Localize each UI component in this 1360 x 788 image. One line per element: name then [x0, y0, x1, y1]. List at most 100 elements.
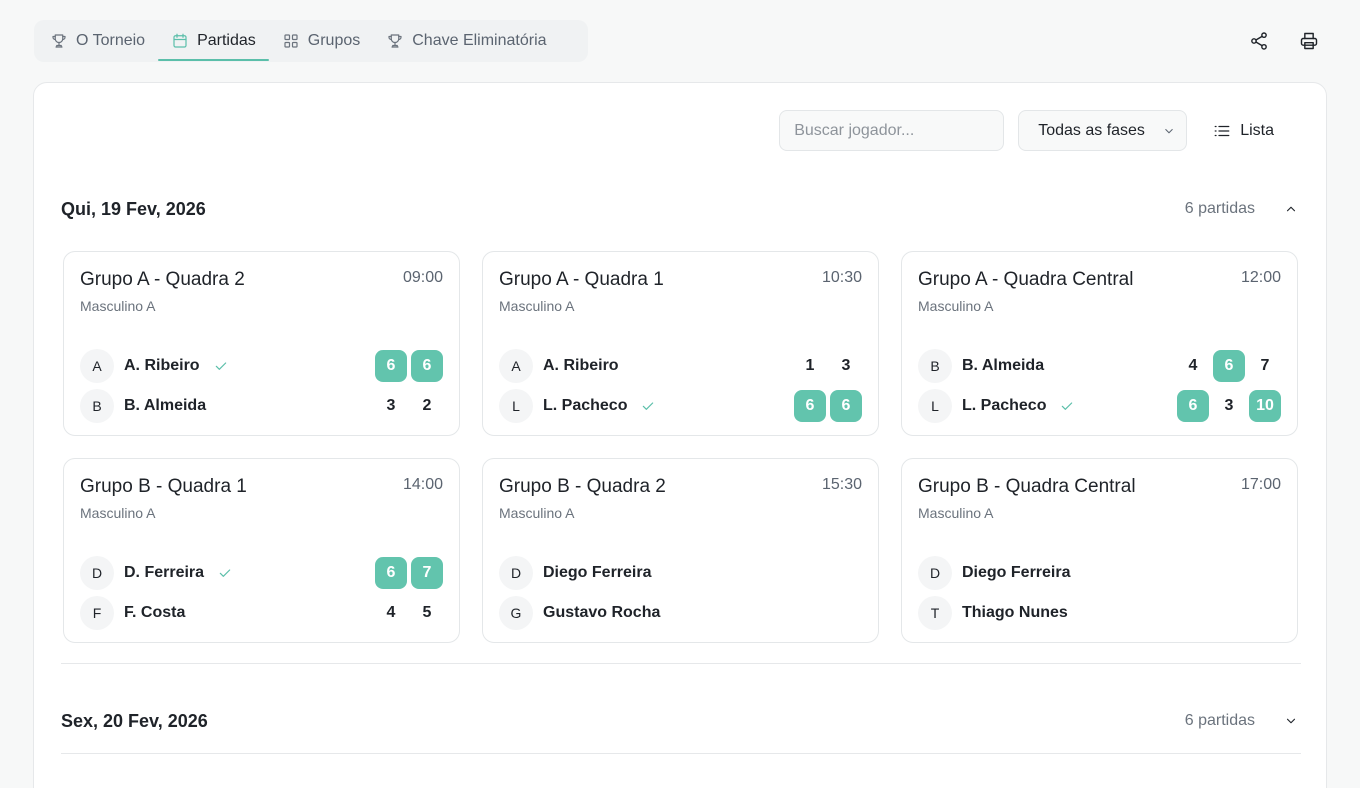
player-row: T Thiago Nunes: [918, 593, 1281, 633]
match-title: Grupo B - Quadra 2: [499, 476, 666, 497]
match-time: 09:00: [402, 269, 443, 286]
set-scores: 66: [794, 390, 862, 422]
set-score: 7: [1260, 357, 1270, 374]
player-row: L L. Pacheco 6 3 10: [918, 386, 1281, 426]
player-name: A. Ribeiro: [543, 357, 619, 374]
player-row: G Gustavo Rocha: [499, 593, 862, 633]
view-label: Lista: [1240, 121, 1274, 139]
set-score: 3: [386, 397, 396, 414]
player-row: B B. Almeida 4 6 7: [918, 346, 1281, 386]
match-card[interactable]: Grupo A - Quadra 2 Masculino A 09:00 A A. Ri…: [63, 251, 460, 436]
avatar: F: [80, 596, 114, 630]
player-name: Diego Ferreira: [543, 564, 652, 581]
share-button[interactable]: [1248, 30, 1270, 52]
tab-label: O Torneio: [76, 32, 146, 49]
day-header[interactable]: Sex, 20 Fev, 2026 6 partidas: [61, 705, 1301, 737]
set-score: 1: [805, 357, 815, 374]
collapse-button[interactable]: [1281, 199, 1301, 219]
match-title: Grupo A - Quadra Central: [918, 269, 1134, 290]
tab-grupos[interactable]: Grupos: [269, 22, 373, 60]
player-row: L L. Pacheco 6 6: [499, 386, 862, 426]
player-name: F. Costa: [124, 604, 186, 621]
match-players: D Diego Ferreira T Thiago Nunes: [918, 553, 1281, 633]
player-row: A A. Ribeiro 1 3: [499, 346, 862, 386]
set-scores: 67: [375, 557, 443, 589]
set-score: 6: [794, 390, 826, 422]
avatar: A: [499, 349, 533, 383]
search-input[interactable]: [779, 110, 1005, 151]
match-card[interactable]: Grupo A - Quadra Central Masculino A 12:00…: [901, 251, 1298, 436]
match-time: 10:30: [821, 269, 862, 286]
set-score: 6: [1213, 350, 1245, 382]
day-divider: [61, 663, 1301, 664]
set-scores: 6 3 10: [1177, 390, 1281, 422]
set-score: 2: [422, 397, 432, 414]
calendar-icon: [173, 33, 187, 48]
match-players: D D. Ferreira 6 7 F F. Costa 4 5: [80, 553, 443, 633]
match-card[interactable]: Grupo A - Quadra 1 Masculino A 10:30 A A. Ri…: [482, 251, 879, 436]
avatar: L: [499, 389, 533, 423]
list-icon: [1214, 125, 1230, 136]
player-name: Gustavo Rocha: [543, 604, 661, 621]
player-name: D. Ferreira: [124, 564, 205, 581]
avatar: G: [499, 596, 533, 630]
set-score: 6: [830, 390, 862, 422]
phase-select[interactable]: Todas as fases: [1018, 110, 1188, 151]
match-time: 17:00: [1240, 476, 1281, 493]
chevron-down-icon: [1165, 128, 1174, 133]
avatar: B: [80, 389, 114, 423]
trophy-icon: [388, 34, 402, 48]
match-players: D Diego Ferreira G Gustavo Rocha: [499, 553, 862, 633]
avatar: B: [918, 349, 952, 383]
match-title: Grupo B - Quadra 1: [80, 476, 247, 497]
share-icon: [1251, 32, 1267, 50]
match-title: Grupo A - Quadra 1: [499, 269, 664, 290]
match-category: Masculino A: [918, 505, 994, 521]
player-row: D D. Ferreira 6 7: [80, 553, 443, 593]
match-players: A A. Ribeiro 6 6 B B. Almeida 3 2: [80, 346, 443, 426]
grid-icon: [284, 34, 298, 48]
check-icon: [640, 398, 656, 414]
match-time: 15:30: [821, 476, 862, 493]
tab-chave-eliminatoria[interactable]: Chave Eliminatória: [373, 22, 559, 60]
player-row: B B. Almeida 3 2: [80, 386, 443, 426]
player-name: B. Almeida: [124, 397, 207, 414]
set-scores: 66: [375, 350, 443, 382]
match-card[interactable]: Grupo B - Quadra 1 Masculino A 14:00 D D. Fe…: [63, 458, 460, 643]
set-score: 3: [841, 357, 851, 374]
day-title: Sex, 20 Fev, 2026: [61, 710, 208, 731]
check-icon: [213, 358, 229, 374]
match-title: Grupo A - Quadra 2: [80, 269, 245, 290]
match-card[interactable]: Grupo B - Quadra 2 Masculino A 15:30 D Diego…: [482, 458, 879, 643]
avatar: L: [918, 389, 952, 423]
avatar: D: [80, 556, 114, 590]
set-score: 10: [1249, 390, 1281, 422]
match-category: Masculino A: [499, 505, 575, 521]
filters-bar: Todas as fases Lista: [779, 110, 1286, 151]
expand-button[interactable]: [1281, 711, 1301, 731]
match-category: Masculino A: [918, 298, 994, 314]
print-button[interactable]: [1298, 30, 1320, 52]
list-view-button[interactable]: Lista: [1201, 110, 1286, 151]
avatar: D: [918, 556, 952, 590]
match-card[interactable]: Grupo B - Quadra Central Masculino A 17:00…: [901, 458, 1298, 643]
avatar: D: [499, 556, 533, 590]
match-players: A A. Ribeiro 1 3 L L. Pacheco 6 6: [499, 346, 862, 426]
day-header[interactable]: Qui, 19 Fev, 2026 6 partidas: [61, 193, 1301, 225]
day-divider: [61, 753, 1301, 754]
tab-o-torneio[interactable]: O Torneio: [50, 22, 158, 60]
set-score: 6: [411, 350, 443, 382]
set-scores: 467: [1177, 350, 1281, 382]
set-score: 6: [375, 350, 407, 382]
chevron-up-icon: [1286, 206, 1296, 212]
matches-panel: Todas as fases Lista Qui, 19 Fev, 2026 6…: [33, 82, 1327, 788]
player-row: D Diego Ferreira: [499, 553, 862, 593]
set-score: 6: [1177, 390, 1209, 422]
avatar: T: [918, 596, 952, 630]
printer-icon: [1300, 32, 1318, 50]
avatar: A: [80, 349, 114, 383]
set-scores: 13: [794, 350, 862, 382]
tab-partidas[interactable]: Partidas: [158, 22, 269, 61]
match-count: 6 partidas: [1184, 712, 1255, 729]
set-score: 6: [375, 557, 407, 589]
